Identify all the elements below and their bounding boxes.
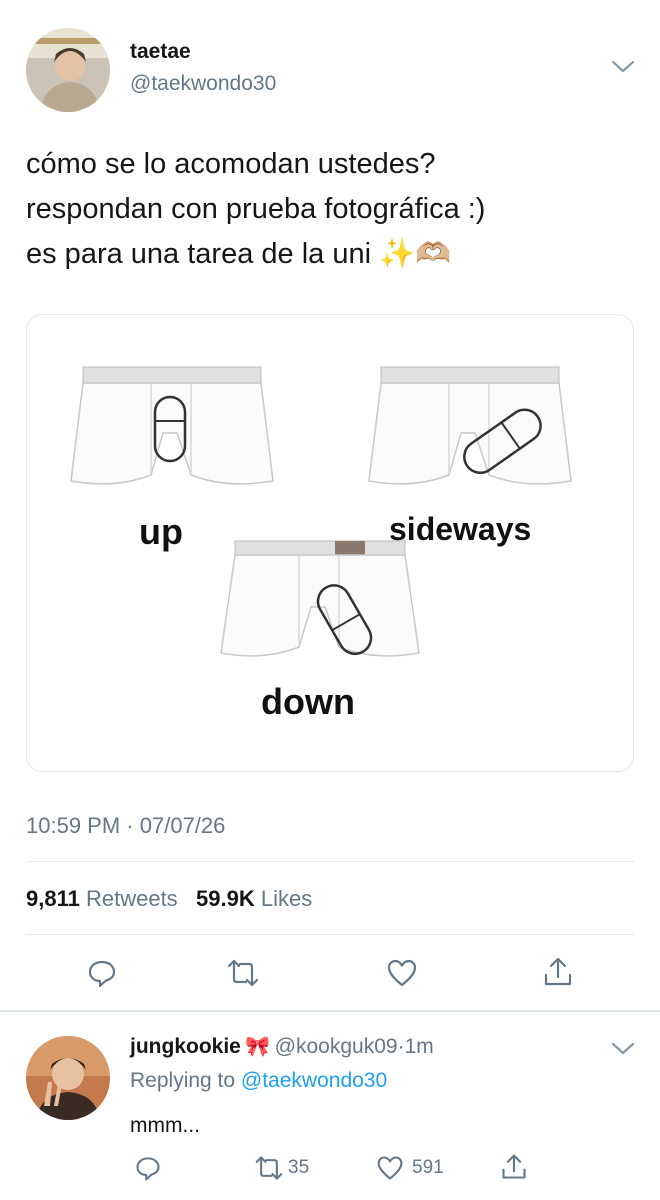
tweet-stats: 9,811 Retweets 59.9K Likes — [26, 886, 312, 912]
tweet-text: cómo se lo acomodan ustedes? respondan c… — [26, 142, 626, 277]
separator-dot: · — [397, 1035, 405, 1058]
author-avatar[interactable] — [26, 28, 110, 112]
reply-like-count: 591 — [412, 1157, 444, 1178]
author-name[interactable]: taetae — [130, 40, 191, 64]
divider — [26, 934, 634, 935]
ribbon-icon: 🎀 — [245, 1036, 271, 1058]
tweet-text-line: respondan con prueba fotográfica :) — [26, 193, 486, 225]
retweets-label: Retweets — [85, 886, 178, 911]
separator-dot: · — [126, 813, 134, 838]
reply-author-avatar[interactable] — [26, 1036, 110, 1120]
tweet-time: 10:59 PM — [26, 813, 121, 838]
retweets-stat[interactable]: 9,811 Retweets — [26, 886, 178, 911]
retweet-button[interactable] — [226, 957, 260, 989]
retweets-count: 9,811 — [26, 886, 80, 911]
retweet-icon — [255, 1156, 283, 1180]
reply-author-name[interactable]: jungkookie — [130, 1035, 241, 1058]
tweet-date: 07/07/26 — [139, 813, 226, 838]
briefs-sideways-image — [368, 366, 572, 485]
tweet-timestamp[interactable]: 10:59 PM · 07/07/26 — [26, 813, 225, 839]
retweet-icon — [227, 959, 259, 987]
like-button[interactable] — [386, 957, 418, 989]
briefs-up-image — [70, 366, 274, 485]
replying-to: Replying to @taekwondo30 — [130, 1069, 387, 1093]
divider — [26, 861, 634, 862]
chevron-down-icon[interactable] — [610, 58, 636, 76]
reply-retweet-button[interactable]: 35 — [254, 1154, 309, 1182]
tweet-text-line: cómo se lo acomodan ustedes? — [26, 148, 436, 180]
tweet-media[interactable]: up sideways down — [26, 314, 634, 772]
avatar-photo — [26, 1036, 110, 1120]
replying-to-link[interactable]: @taekwondo30 — [241, 1069, 387, 1092]
media-label-sideways: sideways — [389, 511, 532, 547]
reply-button[interactable] — [86, 957, 118, 989]
replying-prefix: Replying to — [130, 1069, 236, 1092]
likes-label: Likes — [260, 886, 313, 911]
likes-stat[interactable]: 59.9K Likes — [196, 886, 312, 911]
media-label-down: down — [261, 681, 355, 722]
reply-retweet-count: 35 — [288, 1157, 310, 1178]
share-icon — [502, 1154, 526, 1179]
author-handle[interactable]: @taekwondo30 — [130, 72, 276, 96]
emoji: ✨🫶🏼 — [379, 238, 452, 270]
briefs-down-image — [220, 540, 420, 657]
reply-header: jungkookie 🎀 @kookguk09·1m — [130, 1034, 434, 1059]
likes-count: 59.9K — [196, 886, 255, 911]
like-icon — [377, 1156, 403, 1180]
reply-author-handle[interactable]: @kookguk09 — [275, 1035, 398, 1058]
reply-like-button[interactable]: 591 — [376, 1154, 444, 1182]
reply-reply-button[interactable] — [134, 1154, 162, 1182]
reply-text: mmm... — [130, 1114, 200, 1137]
reply-icon — [88, 960, 116, 988]
avatar-photo — [26, 28, 110, 112]
reply-icon — [136, 1157, 160, 1181]
reply-time: 1m — [404, 1035, 434, 1058]
media-label-up: up — [139, 511, 183, 552]
like-icon — [387, 959, 417, 987]
share-button[interactable] — [542, 955, 574, 989]
section-separator — [0, 1010, 660, 1012]
share-icon — [544, 957, 572, 986]
reply-share-button[interactable] — [500, 1152, 528, 1182]
chevron-down-icon[interactable] — [610, 1040, 636, 1058]
tweet-text-line: es para una tarea de la uni ✨🫶🏼 — [26, 238, 452, 270]
